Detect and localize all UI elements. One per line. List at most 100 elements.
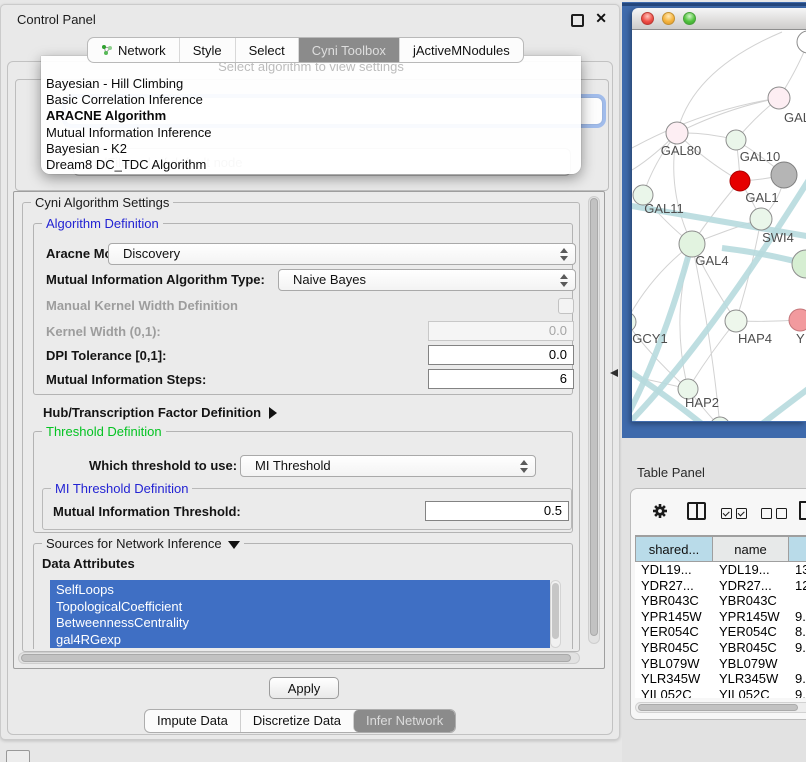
tab-jactivemnodules[interactable]: jActiveMNodules — [399, 38, 523, 62]
split-columns-icon[interactable] — [687, 502, 706, 520]
manual-kernel-checkbox[interactable] — [558, 298, 574, 314]
panel-corner-button[interactable] — [6, 750, 30, 762]
table-horizontal-scrollbar[interactable] — [635, 702, 806, 713]
column-header-shared-[interactable]: shared... — [635, 536, 713, 562]
which-threshold-combobox[interactable]: MI Threshold — [240, 455, 536, 477]
table-row[interactable]: YIL052CYIL052C9. — [635, 687, 806, 698]
data-attributes-label: Data Attributes — [42, 554, 135, 574]
tab-select[interactable]: Select — [235, 38, 298, 62]
table-toolbar — [631, 489, 806, 533]
data-attributes-list[interactable]: SelfLoopsTopologicalCoefficientBetweenne… — [50, 580, 550, 648]
bottom-tabbar: Impute DataDiscretize DataInfer Network — [144, 709, 456, 733]
algorithm-option-aracne-algorithm[interactable]: ARACNE Algorithm — [41, 108, 581, 124]
table-cell: YLR345W — [635, 671, 713, 687]
algorithm-option-bayesian-k2[interactable]: Bayesian - K2 — [41, 141, 581, 157]
mi-type-combobox[interactable]: Naive Bayes — [278, 269, 576, 291]
list-scrollbar[interactable] — [550, 580, 561, 648]
gear-icon[interactable] — [651, 502, 669, 520]
algorithm-option-dream8-dc-tdc-algorithm[interactable]: Dream8 DC_TDC Algorithm — [41, 157, 581, 173]
sources-group-title: Sources for Network Inference — [42, 536, 244, 551]
node-label: SWI4 — [762, 230, 794, 245]
table-row[interactable]: YDL19...YDL19...13 — [635, 562, 806, 578]
network-node-gcy1[interactable] — [632, 312, 636, 332]
expand-arrow-icon[interactable] — [269, 407, 277, 419]
close-traffic-light-icon[interactable] — [641, 12, 654, 25]
select-all-icon[interactable] — [721, 506, 751, 524]
screen: { "colors": { "selection_blue": "#3f6fc4… — [0, 0, 806, 762]
table-row[interactable]: YBL079WYBL079W — [635, 656, 806, 672]
network-node-gal10[interactable] — [726, 130, 746, 150]
settings-horizontal-scrollbar[interactable] — [18, 652, 580, 664]
data-attribute-item[interactable]: TopologicalCoefficient — [56, 599, 550, 616]
algorithm-option-basic-correlation-inference[interactable]: Basic Correlation Inference — [41, 92, 581, 108]
network-edge[interactable] — [677, 98, 779, 133]
table-row[interactable]: YER054CYER054C8. — [635, 624, 806, 640]
float-window-icon[interactable] — [571, 14, 584, 27]
column-header-a[interactable]: A — [789, 536, 806, 562]
network-node-gal80[interactable] — [666, 122, 688, 144]
hub-definition-toggle[interactable]: Hub/Transcription Factor Definition — [43, 403, 277, 423]
network-node-gal1[interactable] — [730, 171, 750, 191]
table-cell: YDR27... — [713, 578, 789, 594]
mi-steps-field[interactable]: 6 — [428, 369, 574, 389]
data-attribute-item[interactable]: SelfLoops — [56, 582, 550, 599]
column-header-name[interactable]: name — [713, 536, 789, 562]
algorithm-option-bayesian-hill-climbing[interactable]: Bayesian - Hill Climbing — [41, 76, 581, 92]
network-node-hap4[interactable] — [725, 310, 747, 332]
which-threshold-value: MI Threshold — [255, 458, 331, 473]
table-cell — [789, 656, 806, 672]
table-row[interactable]: YBR043CYBR043C — [635, 593, 806, 609]
document-icon[interactable] — [799, 501, 806, 520]
bottom-tab-discretize-data[interactable]: Discretize Data — [240, 710, 353, 732]
data-attribute-item[interactable]: gal4RGexp — [56, 632, 550, 649]
node-label: GAL10 — [740, 149, 780, 164]
network-node[interactable] — [771, 162, 797, 188]
aracne-mode-value: Discovery — [123, 246, 180, 261]
table-row[interactable]: YLR345WYLR345W9. — [635, 671, 806, 687]
bottom-tab-impute-data[interactable]: Impute Data — [145, 710, 240, 732]
zoom-traffic-light-icon[interactable] — [683, 12, 696, 25]
table-cell: YBR043C — [713, 593, 789, 609]
collapse-arrow-icon[interactable] — [228, 541, 240, 549]
tab-label: Network — [118, 43, 166, 58]
algorithm-option-mutual-information-inference[interactable]: Mutual Information Inference — [41, 125, 581, 141]
network-canvas[interactable]: GAL7GAL80GAL10GAL1SWI4GAL11GAL4GCY1HAP4Y… — [632, 30, 806, 421]
network-node-swi4[interactable] — [792, 250, 806, 278]
bottom-tab-infer-network[interactable]: Infer Network — [353, 710, 455, 732]
table-cell: YDR27... — [635, 578, 713, 594]
network-icon — [101, 44, 113, 56]
network-node[interactable] — [797, 31, 806, 53]
table-cell: YDL19... — [713, 562, 789, 578]
settings-vertical-scrollbar[interactable] — [588, 196, 600, 644]
minimize-traffic-light-icon[interactable] — [662, 12, 675, 25]
table-row[interactable]: YDR27...YDR27...12 — [635, 578, 806, 594]
network-node-gal7[interactable] — [768, 87, 790, 109]
dpi-tolerance-field[interactable]: 0.0 — [428, 345, 574, 365]
mi-threshold-field[interactable]: 0.5 — [425, 501, 569, 521]
table-cell: 9. — [789, 687, 806, 698]
table-cell: YLR345W — [713, 671, 789, 687]
apply-button[interactable]: Apply — [269, 677, 339, 699]
tab-cyni-toolbox[interactable]: Cyni Toolbox — [298, 38, 399, 62]
dpi-tolerance-label: DPI Tolerance [0,1]: — [46, 346, 166, 366]
table-cell: YBL079W — [713, 656, 789, 672]
table-cell: 9. — [789, 671, 806, 687]
network-edge[interactable] — [677, 32, 782, 133]
network-edge-highlighted[interactable] — [762, 386, 806, 421]
kernel-width-field[interactable]: 0.0 — [428, 321, 574, 341]
network-node-y[interactable] — [789, 309, 806, 331]
table-body: YDL19...YDL19...13YDR27...YDR27...12YBR0… — [635, 562, 806, 698]
aracne-mode-combobox[interactable]: Discovery — [108, 243, 576, 265]
node-label: GAL80 — [661, 143, 701, 158]
tab-style[interactable]: Style — [179, 38, 235, 62]
node-label: GCY1 — [632, 331, 667, 346]
tab-network[interactable]: Network — [88, 38, 179, 62]
threshold-definition-group: Threshold Definition Which threshold to … — [33, 431, 573, 533]
table-row[interactable]: YBR045CYBR045C9. — [635, 640, 806, 656]
close-icon[interactable]: ✕ — [595, 11, 607, 25]
table-row[interactable]: YPR145WYPR145W9. — [635, 609, 806, 625]
deselect-all-icon[interactable] — [761, 506, 791, 524]
network-node[interactable] — [750, 208, 772, 230]
data-attribute-item[interactable]: BetweennessCentrality — [56, 615, 550, 632]
network-edge[interactable] — [632, 98, 779, 148]
